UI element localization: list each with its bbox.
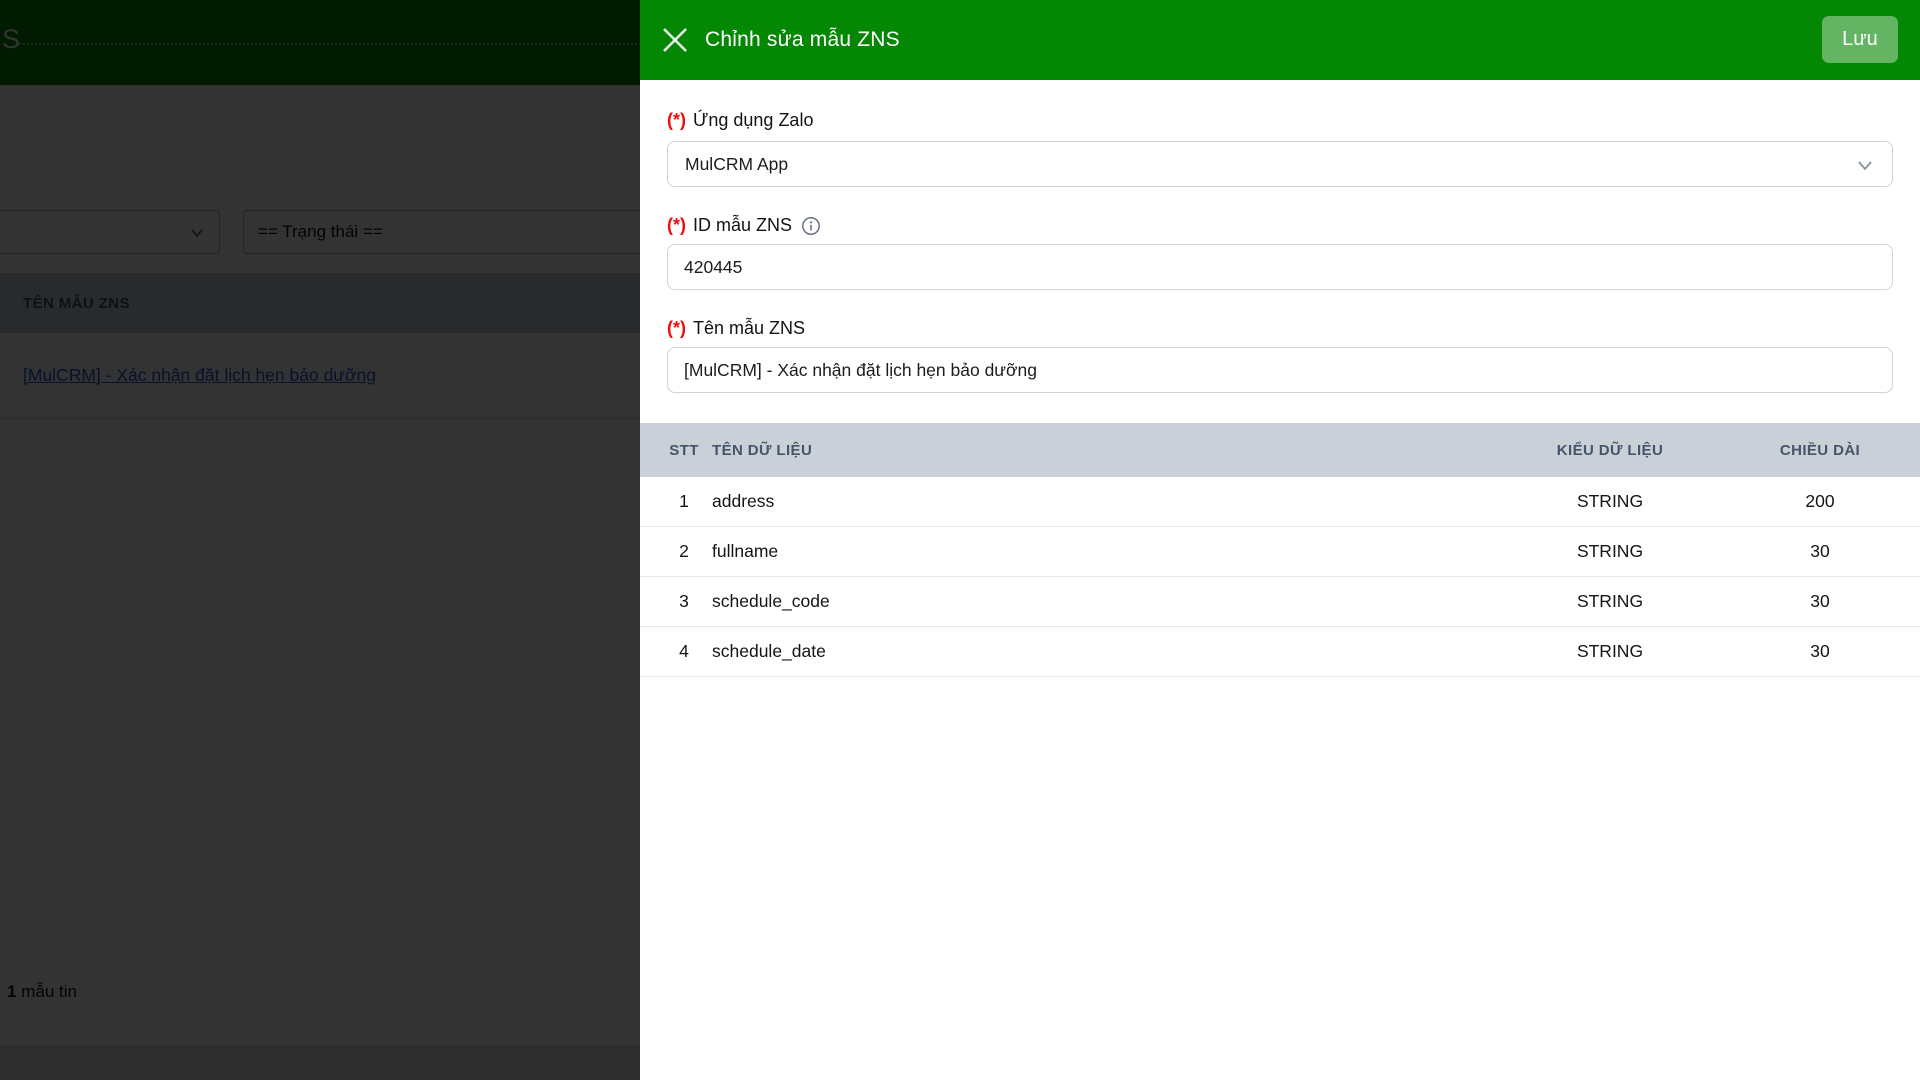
cell-type: STRING [1576, 591, 1644, 611]
cell-name: fullname [712, 541, 779, 561]
required-mark: (*) [667, 215, 686, 235]
zalo-app-select[interactable]: MulCRM App [667, 141, 1893, 187]
cell-name: address [712, 491, 775, 511]
col-header-length: CHIỀU DÀI [1779, 441, 1861, 459]
chevron-down-icon [1855, 155, 1875, 180]
close-button[interactable] [660, 25, 690, 55]
table-row: 4 schedule_date STRING 30 [640, 627, 1920, 677]
cell-type: STRING [1576, 641, 1644, 661]
zns-params-table: STT TÊN DỮ LIỆU KIỂU DỮ LIỆU CHIỀU DÀI 1… [640, 423, 1920, 677]
cell-stt: 2 [679, 541, 689, 561]
table-row: 2 fullname STRING 30 [640, 527, 1920, 577]
cell-stt: 1 [679, 491, 689, 511]
col-header-name: TÊN DỮ LIỆU [712, 441, 813, 459]
drawer-header: Chỉnh sửa mẫu ZNS Lưu [640, 0, 1920, 80]
cell-stt: 4 [679, 641, 689, 661]
params-table-header: STT TÊN DỮ LIỆU KIỂU DỮ LIỆU CHIỀU DÀI [640, 423, 1920, 477]
zalo-app-label-text: Ứng dụng Zalo [693, 110, 814, 130]
cell-type: STRING [1576, 541, 1644, 561]
zns-id-label-text: ID mẫu ZNS [693, 215, 793, 235]
cell-length: 200 [1805, 491, 1835, 511]
zalo-app-label: (*) Ứng dụng Zalo [667, 110, 813, 131]
cell-length: 30 [1810, 591, 1830, 611]
close-icon [660, 28, 690, 58]
zns-name-label-text: Tên mẫu ZNS [693, 318, 806, 338]
zalo-app-select-value: MulCRM App [685, 153, 789, 174]
info-icon[interactable] [801, 216, 821, 236]
table-row: 1 address STRING 200 [640, 477, 1920, 527]
required-mark: (*) [667, 110, 686, 130]
col-header-stt: STT [669, 441, 699, 459]
screen: S == Trạng thái == TÊN MẪU ZNS [MulCRM] … [0, 0, 1920, 1080]
cell-length: 30 [1810, 541, 1830, 561]
col-header-type: KIỂU DỮ LIỆU [1556, 441, 1664, 459]
cell-name: schedule_code [712, 591, 830, 611]
zns-name-label: (*) Tên mẫu ZNS [667, 318, 805, 339]
zns-id-label: (*) ID mẫu ZNS [667, 215, 821, 236]
zns-name-input[interactable] [667, 347, 1893, 393]
drawer-title: Chỉnh sửa mẫu ZNS [705, 28, 900, 51]
cell-stt: 3 [679, 591, 689, 611]
cell-length: 30 [1810, 641, 1830, 661]
table-row: 3 schedule_code STRING 30 [640, 577, 1920, 627]
cell-name: schedule_date [712, 641, 826, 661]
save-button[interactable]: Lưu [1822, 16, 1898, 63]
cell-type: STRING [1576, 491, 1644, 511]
required-mark: (*) [667, 318, 686, 338]
edit-zns-drawer: Chỉnh sửa mẫu ZNS Lưu (*) Ứng dụng Zalo … [640, 0, 1920, 1080]
zns-id-input[interactable] [667, 244, 1893, 290]
